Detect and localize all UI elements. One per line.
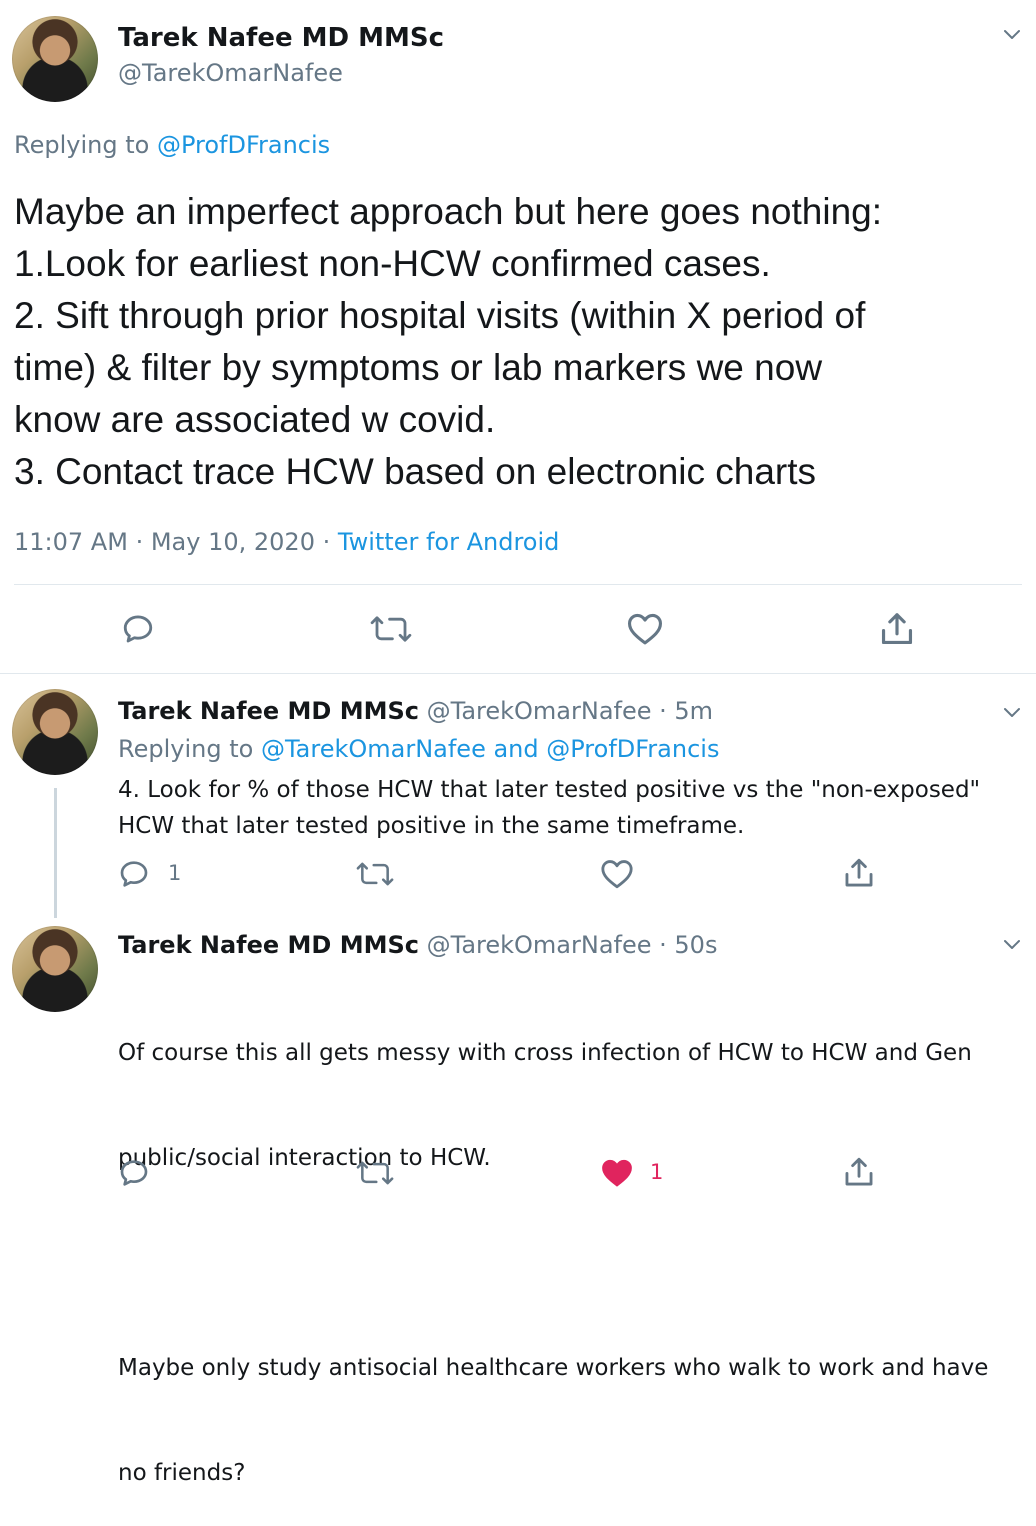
tweet-body: Maybe an imperfect approach but here goe… xyxy=(14,186,882,498)
tweet-time[interactable]: 11:07 AM xyxy=(14,528,128,556)
tweet-body-line: Maybe an imperfect approach but here goe… xyxy=(14,191,883,232)
share-icon[interactable] xyxy=(842,1155,876,1189)
avatar[interactable] xyxy=(12,16,98,102)
chevron-down-icon[interactable] xyxy=(1000,700,1024,724)
heart-icon[interactable] xyxy=(600,858,634,890)
share-icon[interactable] xyxy=(842,856,876,890)
reply-icon[interactable] xyxy=(118,1157,150,1189)
replying-prefix: Replying to xyxy=(14,131,150,159)
reply-icon[interactable] xyxy=(118,858,150,890)
tweet-body-line xyxy=(118,1246,988,1281)
avatar[interactable] xyxy=(12,689,98,775)
chevron-down-icon[interactable] xyxy=(1000,932,1024,956)
author-handle[interactable]: @TarekOmarNafee xyxy=(118,58,343,88)
divider xyxy=(0,673,1036,674)
tweet-meta: 11:07 AM · May 10, 2020 · Twitter for An… xyxy=(14,528,560,556)
avatar[interactable] xyxy=(12,926,98,1012)
author-handle[interactable]: @TarekOmarNafee xyxy=(427,931,652,959)
heart-icon[interactable] xyxy=(626,612,664,646)
tweet-body: Of course this all gets messy with cross… xyxy=(118,966,988,1526)
tweet-body-line: no friends? xyxy=(118,1460,246,1486)
tweet-body-line: Of course this all gets messy with cross… xyxy=(118,1040,972,1066)
tweet-body-line: 3. Contact trace HCW based on electronic… xyxy=(14,451,817,492)
heart-icon[interactable] xyxy=(600,1157,634,1189)
tweet-body-line: time) & filter by symptoms or lab marker… xyxy=(14,347,823,388)
like-count: 1 xyxy=(650,1160,664,1184)
divider xyxy=(14,584,1022,585)
reply-header: Tarek Nafee MD MMSc @TarekOmarNafee · 50… xyxy=(118,930,717,960)
reply-header: Tarek Nafee MD MMSc @TarekOmarNafee · 5m xyxy=(118,696,713,726)
thread-connector xyxy=(54,788,57,918)
replying-handle-link[interactable]: @TarekOmarNafee and @ProfDFrancis xyxy=(261,735,720,763)
tweet-body-line: know are associated w covid. xyxy=(14,399,496,440)
retweet-icon[interactable] xyxy=(370,612,412,646)
reply-count: 1 xyxy=(168,861,182,885)
tweet-body-line: 4. Look for % of those HCW that later te… xyxy=(118,777,981,803)
tweet-body: 4. Look for % of those HCW that later te… xyxy=(118,772,980,844)
share-icon[interactable] xyxy=(878,610,916,648)
tweet-body-line: Maybe only study antisocial healthcare w… xyxy=(118,1355,989,1381)
replying-prefix: Replying to xyxy=(118,735,254,763)
author-handle[interactable]: @TarekOmarNafee xyxy=(427,697,652,725)
author-name[interactable]: Tarek Nafee MD MMSc xyxy=(118,931,419,959)
replying-handle-link[interactable]: @ProfDFrancis xyxy=(157,131,330,159)
replying-to: Replying to @TarekOmarNafee and @ProfDFr… xyxy=(118,734,719,764)
retweet-icon[interactable] xyxy=(356,858,394,890)
author-name[interactable]: Tarek Nafee MD MMSc xyxy=(118,22,444,54)
tweet-date[interactable]: May 10, 2020 xyxy=(151,528,315,556)
chevron-down-icon[interactable] xyxy=(1000,22,1024,46)
author-name[interactable]: Tarek Nafee MD MMSc xyxy=(118,697,419,725)
tweet-body-line: 1.Look for earliest non-HCW confirmed ca… xyxy=(14,243,771,284)
replying-to: Replying to @ProfDFrancis xyxy=(14,130,330,160)
tweet-source[interactable]: Twitter for Android xyxy=(338,528,559,556)
reply-icon[interactable] xyxy=(121,612,155,646)
tweet-body-line: HCW that later tested positive in the sa… xyxy=(118,813,745,839)
retweet-icon[interactable] xyxy=(356,1157,394,1189)
tweet-age[interactable]: · 50s xyxy=(659,931,717,959)
tweet-age[interactable]: · 5m xyxy=(659,697,713,725)
tweet-body-line: 2. Sift through prior hospital visits (w… xyxy=(14,295,866,336)
